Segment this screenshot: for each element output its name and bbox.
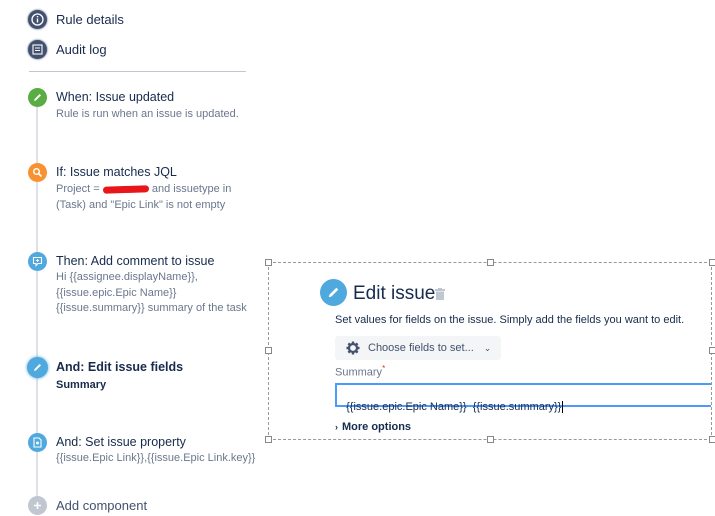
step-desc: {{issue.Epic Link}},{{issue.Epic Link.ke… [56, 452, 256, 464]
step-desc: Rule is run when an issue is updated. [56, 108, 239, 120]
desc-line: {{issue.epic.Epic Name}} [56, 286, 177, 299]
step-title: And: Edit issue fields [56, 360, 184, 374]
edit-issue-icon [320, 279, 347, 306]
plus-icon[interactable] [28, 496, 47, 515]
desc-text: and issuetype in [151, 183, 232, 195]
step-add-comment[interactable]: Then: Add comment to issue Hi {{assignee… [56, 254, 247, 317]
desc-text: (Task) and "Epic Link" is not empty [56, 198, 226, 211]
step-desc: Summary [56, 379, 107, 391]
more-options-toggle[interactable]: › More options [335, 421, 411, 433]
add-component-button[interactable]: Add component [56, 498, 147, 513]
step-title: And: Set issue property [56, 435, 186, 449]
resize-handle[interactable] [709, 259, 715, 266]
audit-log-icon [28, 40, 47, 59]
desc-text: Project = [56, 183, 100, 195]
resize-handle[interactable] [487, 436, 494, 443]
choose-fields-button[interactable]: Choose fields to set... ⌄ [335, 336, 501, 360]
summary-label-text: Summary [335, 366, 383, 379]
choose-fields-label: Choose fields to set... [368, 342, 474, 354]
required-mark: * [382, 364, 386, 373]
divider [29, 71, 246, 72]
resize-handle[interactable] [709, 436, 715, 443]
desc-line: Hi {{assignee.displayName}}, [56, 271, 198, 283]
step-title: When: Issue updated [56, 90, 175, 104]
resize-handle[interactable] [487, 259, 494, 266]
resize-handle[interactable] [265, 259, 272, 266]
step-desc: Hi {{assignee.displayName}}, {{issue.epi… [56, 270, 247, 317]
desc-line: {{issue.summary}} summary of the task [56, 302, 247, 314]
panel-description: Set values for fields on the issue. Simp… [335, 314, 685, 326]
resize-handle[interactable] [265, 436, 272, 443]
panel-title: Edit issue [353, 283, 436, 304]
summary-value: {{issue.epic.Epic Name}} {{issue.summary… [346, 401, 562, 413]
pencil-icon [28, 88, 47, 107]
summary-input[interactable]: {{issue.epic.Epic Name}} {{issue.summary… [335, 383, 711, 413]
redacted-scribble [102, 184, 149, 194]
step-set-issue-property[interactable]: And: Set issue property {{issue.Epic Lin… [56, 435, 255, 467]
gear-icon [346, 341, 360, 355]
step-if-jql[interactable]: If: Issue matches JQL Project = and issu… [56, 165, 236, 213]
comment-icon [28, 252, 47, 271]
step-title: If: Issue matches JQL [56, 165, 177, 179]
search-icon [28, 163, 47, 182]
chevron-right-icon: › [335, 422, 338, 432]
step-edit-issue-fields[interactable]: And: Edit issue fields Summary [56, 360, 183, 391]
nav-audit-log[interactable]: Audit log [56, 42, 107, 57]
resize-handle[interactable] [265, 347, 272, 354]
chevron-down-icon: ⌄ [483, 342, 492, 353]
pencil-icon [27, 357, 48, 378]
trash-icon[interactable] [435, 287, 445, 300]
property-icon [28, 433, 47, 452]
nav-rule-details[interactable]: Rule details [56, 12, 124, 27]
info-icon [28, 10, 47, 29]
more-options-label: More options [342, 421, 412, 433]
summary-label: Summary* [335, 364, 385, 379]
step-when-issue-updated[interactable]: When: Issue updated Rule is run when an … [56, 90, 239, 123]
text-cursor [562, 401, 564, 413]
step-title: Then: Add comment to issue [56, 254, 215, 268]
step-desc: Project = and issuetype in (Task) and "E… [56, 182, 236, 213]
resize-handle[interactable] [709, 347, 715, 354]
